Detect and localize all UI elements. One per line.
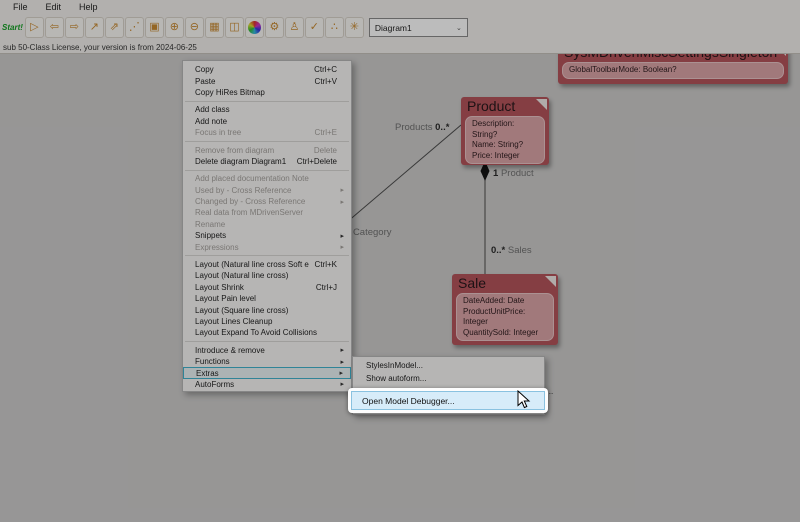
mouse-cursor-icon [517, 390, 531, 410]
dim-overlay [0, 0, 800, 522]
submenu-item-open-model-debugger[interactable]: Open Model Debugger... [351, 391, 545, 410]
application-window: SysMDrivenMiscSettingsSingleton GlobalTo… [0, 0, 800, 522]
